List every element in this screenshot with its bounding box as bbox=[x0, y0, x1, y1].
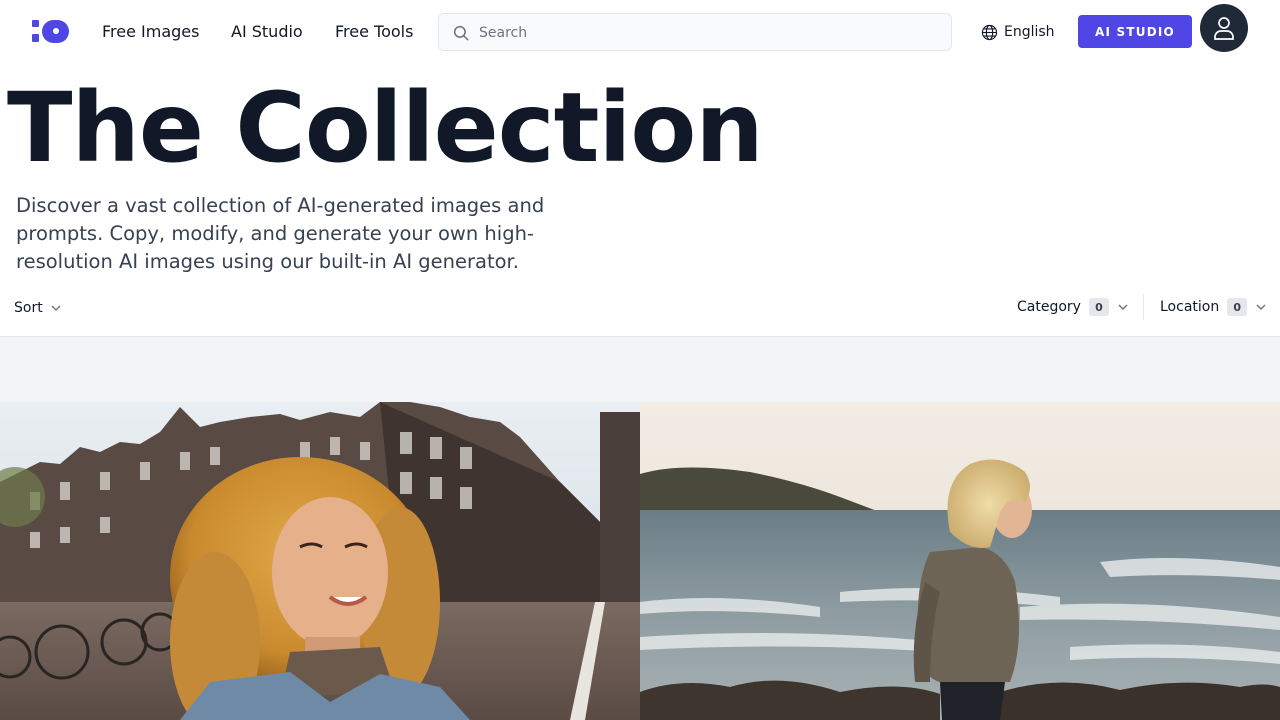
nav-ai-studio[interactable]: AI Studio bbox=[231, 20, 303, 44]
chevron-down-icon bbox=[1118, 304, 1128, 310]
sort-label: Sort bbox=[14, 300, 43, 316]
language-selector[interactable]: English bbox=[981, 20, 1055, 44]
search-bar bbox=[438, 13, 952, 51]
user-avatar-button[interactable] bbox=[1200, 4, 1248, 52]
search-input[interactable] bbox=[479, 22, 939, 44]
language-label: English bbox=[1004, 24, 1055, 40]
chevron-down-icon bbox=[51, 305, 61, 311]
top-navbar: Free Images AI Studio Free Tools English… bbox=[0, 0, 1280, 64]
chevron-down-icon bbox=[1256, 304, 1266, 310]
nav-free-tools[interactable]: Free Tools bbox=[335, 20, 413, 44]
gallery-spacer bbox=[0, 337, 1280, 402]
sort-dropdown[interactable]: Sort bbox=[14, 297, 62, 319]
user-icon bbox=[1214, 17, 1234, 40]
page-title: The Collection bbox=[7, 72, 764, 184]
filter-divider bbox=[1143, 294, 1144, 320]
category-count-badge: 0 bbox=[1088, 298, 1109, 316]
location-filter[interactable]: Location 0 bbox=[1160, 296, 1267, 318]
globe-icon bbox=[981, 24, 998, 40]
logo-icon[interactable] bbox=[32, 20, 70, 44]
location-count-badge: 0 bbox=[1227, 298, 1248, 316]
search-icon bbox=[453, 25, 469, 41]
nav-free-images[interactable]: Free Images bbox=[102, 20, 199, 44]
filter-bar: Sort Category 0 Location 0 bbox=[0, 283, 1280, 337]
gallery-image-child-sea[interactable] bbox=[640, 402, 1280, 720]
category-filter[interactable]: Category 0 bbox=[1017, 296, 1129, 318]
gallery-image-woman-amsterdam[interactable] bbox=[0, 402, 640, 720]
page-description: Discover a vast collection of AI-generat… bbox=[16, 194, 545, 273]
ai-studio-button[interactable]: AI STUDIO bbox=[1078, 15, 1192, 48]
location-label: Location bbox=[1160, 299, 1220, 315]
category-label: Category bbox=[1017, 299, 1081, 315]
